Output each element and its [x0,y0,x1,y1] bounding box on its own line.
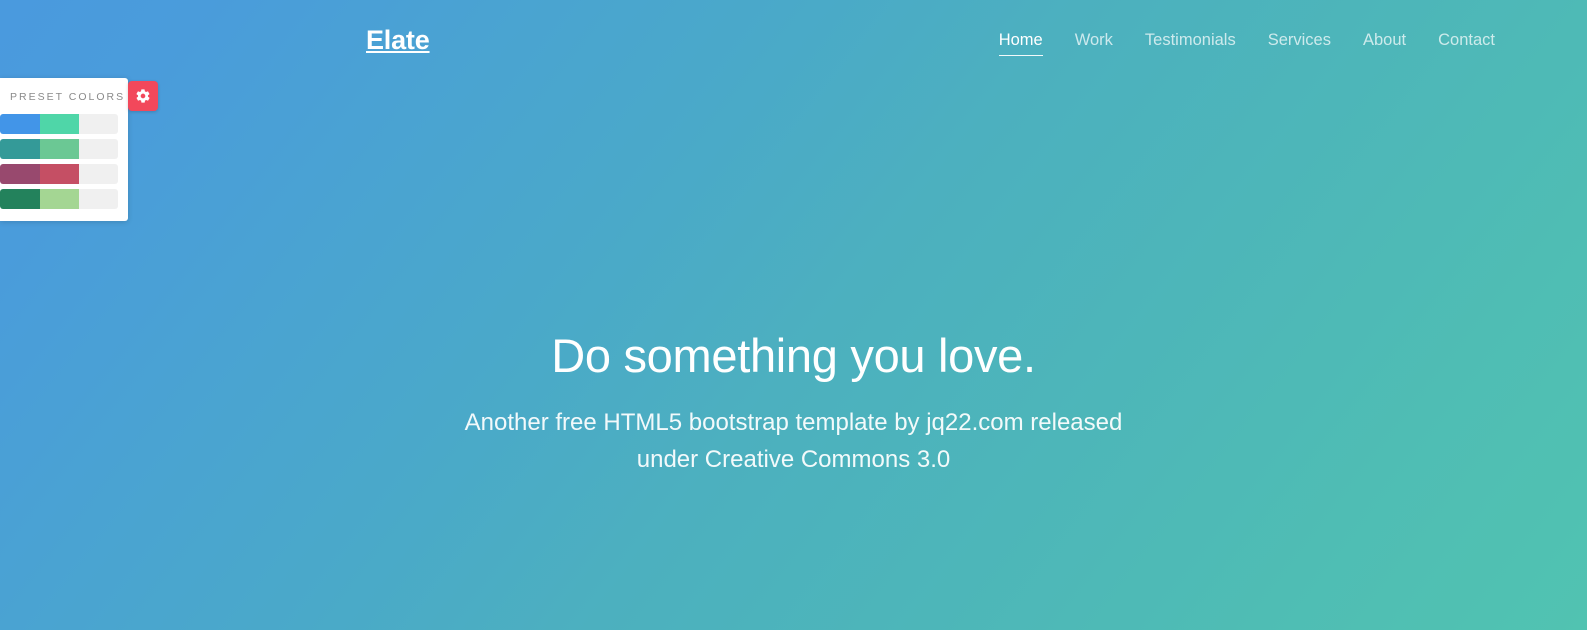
color-swatch[interactable] [0,188,40,209]
color-swatch[interactable] [40,138,79,159]
color-swatch[interactable] [79,138,118,159]
color-swatch[interactable] [79,188,118,209]
preset-colors-panel: PRESET COLORS [0,78,128,221]
color-swatch[interactable] [40,188,79,209]
nav-item-services[interactable]: Services [1268,30,1331,56]
preset-row[interactable] [0,113,118,134]
preset-colors-title: PRESET COLORS [10,91,126,103]
page-root: Elate Home Work Testimonials Services Ab… [0,0,1587,630]
color-swatch[interactable] [40,113,79,134]
color-swatch[interactable] [40,163,79,184]
nav-item-home[interactable]: Home [998,30,1043,56]
hero-section: Do something you love. Another free HTML… [0,330,1587,478]
brand-logo[interactable]: Elate [366,27,430,54]
hero-subtitle: Another free HTML5 bootstrap template by… [464,408,1123,473]
preset-colors-list [0,113,119,209]
preset-settings-toggle-button[interactable] [128,81,158,111]
color-swatch[interactable] [79,163,118,184]
nav-item-testimonials[interactable]: Testimonials [1145,30,1236,56]
preset-row[interactable] [0,138,118,159]
color-swatch[interactable] [0,113,40,134]
nav-item-work[interactable]: Work [1075,30,1113,56]
preset-row[interactable] [0,188,118,209]
site-header: Elate Home Work Testimonials Services Ab… [0,0,1587,86]
color-swatch[interactable] [79,113,118,134]
nav-item-about[interactable]: About [1363,30,1406,56]
preset-colors-widget: PRESET COLORS [0,78,158,221]
hero-title: Do something you love. [551,329,1036,382]
nav-item-contact[interactable]: Contact [1438,30,1495,56]
gear-icon [135,88,151,104]
color-swatch[interactable] [0,138,40,159]
color-swatch[interactable] [0,163,40,184]
preset-row[interactable] [0,163,118,184]
main-nav: Home Work Testimonials Services About Co… [998,30,1495,56]
